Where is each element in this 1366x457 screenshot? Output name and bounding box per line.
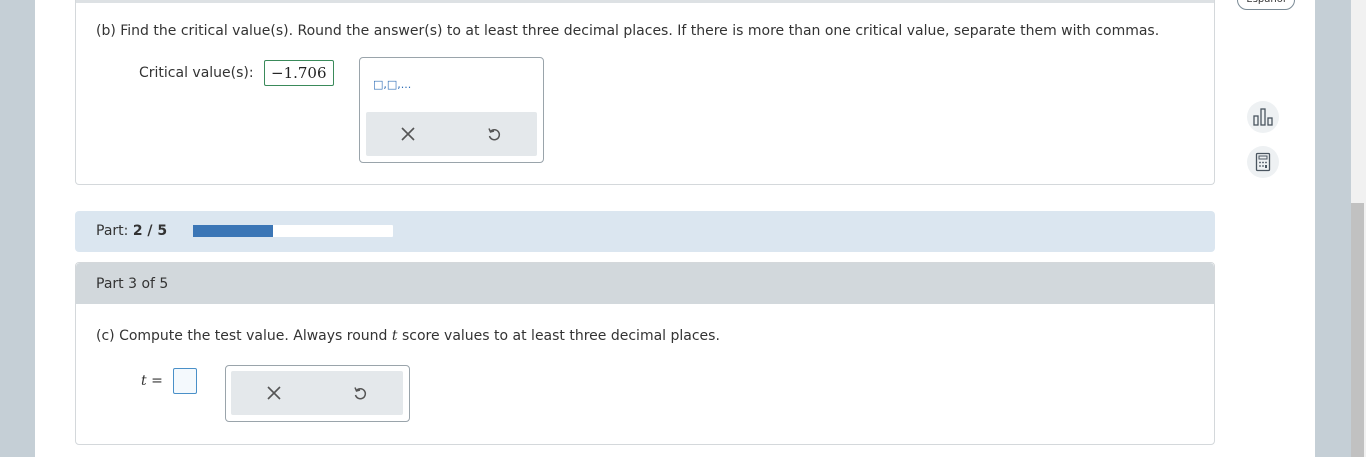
- part-label: Part:: [96, 223, 129, 239]
- answer-tool-panel-c: [225, 365, 410, 422]
- critical-value-input[interactable]: −1.706: [264, 60, 334, 86]
- tool-strip-c: [231, 371, 403, 415]
- part-c-title: Part 3 of 5: [96, 276, 169, 292]
- part-count: 2 / 5: [132, 223, 168, 239]
- answer-tool-panel: □,□,...: [359, 57, 544, 163]
- language-button[interactable]: Español: [1237, 0, 1295, 10]
- t-value-input[interactable]: [173, 368, 197, 394]
- scrollbar-thumb[interactable]: [1351, 203, 1364, 457]
- part-progress-bar: Part: 2 / 5: [75, 211, 1215, 252]
- part-c-question: (c) Compute the test value. Always round…: [96, 328, 720, 344]
- question-text-end: score values to at least three decimal p…: [397, 328, 720, 344]
- progress-fill: [193, 225, 273, 237]
- undo-icon[interactable]: [479, 119, 509, 149]
- part-c-header: Part 3 of 5: [76, 263, 1214, 304]
- undo-icon[interactable]: [345, 378, 375, 408]
- list-template-button[interactable]: □,□,...: [373, 78, 411, 91]
- right-toolbar: [1315, 0, 1351, 457]
- part-indicator: Part: 2 / 5: [96, 223, 167, 239]
- progress-track: [193, 225, 393, 237]
- tool-strip: [366, 112, 537, 156]
- close-icon[interactable]: [393, 119, 423, 149]
- t-variable: t: [141, 373, 147, 389]
- critical-value-label: Critical value(s):: [139, 65, 254, 81]
- bar-chart-icon[interactable]: [1247, 101, 1279, 133]
- close-icon[interactable]: [259, 378, 289, 408]
- part-b-question: (b) Find the critical value(s). Round th…: [96, 23, 1160, 39]
- question-text: (c) Compute the test value. Always round: [96, 328, 392, 344]
- t-equation-label: t =: [141, 373, 163, 389]
- equals-sign: =: [151, 373, 163, 389]
- divider: [76, 0, 1214, 3]
- calculator-icon[interactable]: [1247, 146, 1279, 178]
